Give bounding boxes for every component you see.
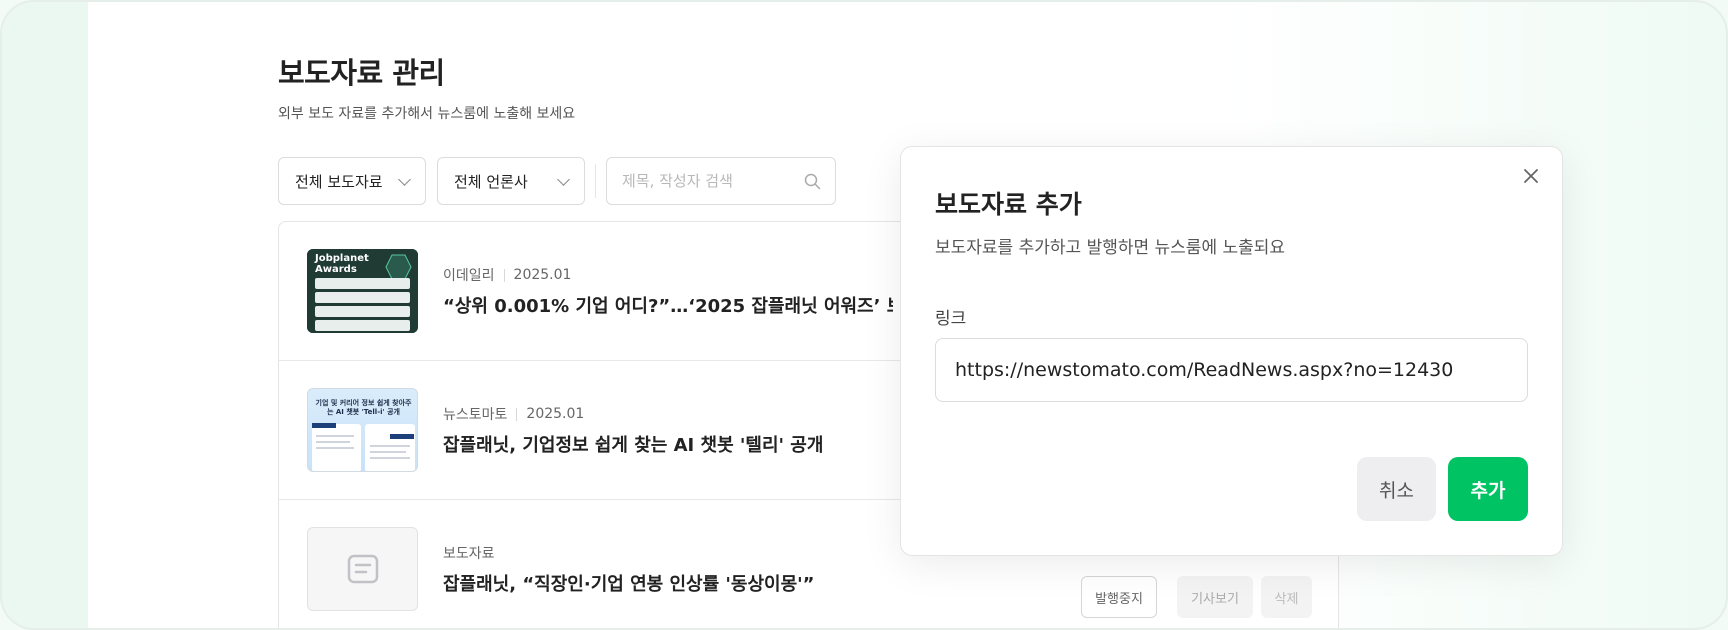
link-input[interactable] xyxy=(936,339,1527,401)
meta-separator xyxy=(516,407,518,421)
view-article-button[interactable]: 기사보기 xyxy=(1177,576,1253,618)
search-input[interactable] xyxy=(607,158,835,204)
press-thumbnail: 기업 및 커리어 정보 쉽게 찾아주는 AI 챗봇 'Tell-i' 공개 xyxy=(307,388,418,472)
modal-subtitle: 보도자료를 추가하고 발행하면 뉴스룸에 노출되요 xyxy=(935,238,1286,258)
chevron-down-icon xyxy=(557,173,570,186)
item-date: 2025.01 xyxy=(526,406,585,422)
item-meta: 뉴스토마토 2025.01 xyxy=(443,404,584,424)
left-strip xyxy=(2,2,88,628)
add-press-modal: 보도자료 추가 보도자료를 추가하고 발행하면 뉴스룸에 노출되요 링크 취소 … xyxy=(900,146,1563,556)
delete-button[interactable]: 삭제 xyxy=(1261,576,1312,618)
search-box[interactable] xyxy=(606,157,836,205)
page-title: 보도자료 관리 xyxy=(278,56,445,90)
item-title[interactable]: 잡플래닛, 기업정보 쉽게 찾는 AI 챗봇 '텔리' 공개 xyxy=(443,431,893,457)
item-meta: 이데일리 2025.01 xyxy=(443,265,571,285)
press-filter-value: 전체 언론사 xyxy=(454,172,528,191)
filter-divider xyxy=(595,164,596,198)
item-source: 이데일리 xyxy=(443,268,495,284)
app-frame: 보도자료 관리 외부 보도 자료를 추가해서 뉴스룸에 노출해 보세요 전체 보… xyxy=(0,0,1728,630)
press-thumbnail: Jobplanet Awards xyxy=(307,249,418,333)
type-filter-dropdown[interactable]: 전체 보도자료 xyxy=(278,157,426,205)
unpublish-button[interactable]: 발행중지 xyxy=(1081,576,1157,618)
item-title[interactable]: “상위 0.001% 기업 어디?”…‘2025 잡플래닛 어워즈’ 보니 xyxy=(443,292,893,318)
add-button[interactable]: 추가 xyxy=(1448,457,1528,521)
search-icon xyxy=(804,173,821,194)
meta-separator xyxy=(503,268,505,282)
link-label: 링크 xyxy=(935,309,967,329)
thumbnail-text: Jobplanet Awards xyxy=(315,253,369,275)
item-source: 뉴스토마토 xyxy=(443,407,508,423)
page-subtitle: 외부 보도 자료를 추가해서 뉴스룸에 노출해 보세요 xyxy=(278,106,576,122)
document-icon xyxy=(347,554,379,584)
item-title[interactable]: 잡플래닛, “직장인·기업 연봉 인상률 '동상이몽'” xyxy=(443,570,893,596)
type-filter-value: 전체 보도자료 xyxy=(295,172,383,191)
document-placeholder-thumbnail xyxy=(307,527,418,611)
item-meta: 보도자료 xyxy=(443,543,495,563)
close-icon[interactable] xyxy=(1522,167,1540,185)
press-filter-dropdown[interactable]: 전체 언론사 xyxy=(437,157,585,205)
chevron-down-icon xyxy=(398,173,411,186)
modal-title: 보도자료 추가 xyxy=(935,190,1082,219)
item-source: 보도자료 xyxy=(443,546,495,562)
link-field[interactable] xyxy=(935,338,1528,402)
item-date: 2025.01 xyxy=(513,267,572,283)
cancel-button[interactable]: 취소 xyxy=(1357,457,1436,521)
